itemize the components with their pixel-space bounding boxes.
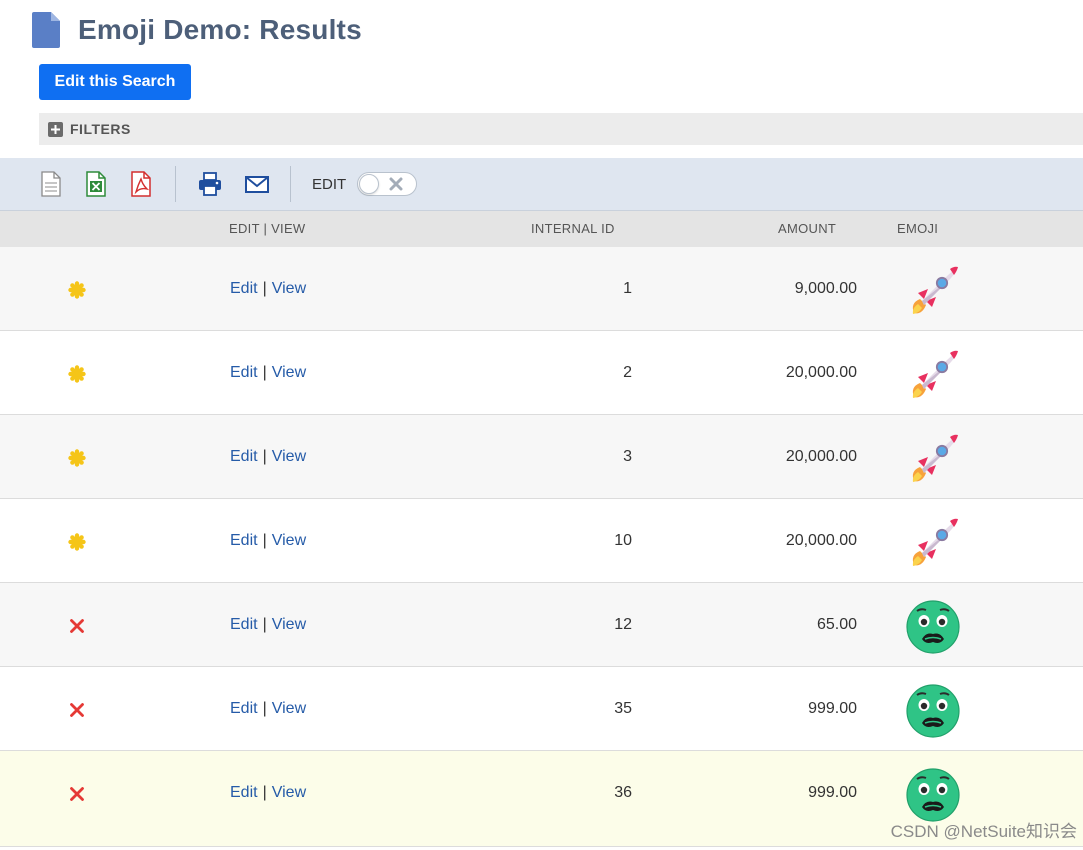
link-separator: | — [262, 784, 267, 801]
red-x-icon — [68, 617, 86, 635]
yellow-dot-icon — [68, 449, 86, 467]
link-separator: | — [262, 280, 267, 297]
amount-cell: 999.00 — [808, 784, 857, 801]
close-icon — [389, 177, 403, 191]
edit-mode-toggle[interactable] — [357, 172, 417, 196]
link-separator: | — [262, 448, 267, 465]
internal-id-cell: 10 — [614, 532, 632, 549]
red-x-icon — [68, 701, 86, 719]
amount-cell: 20,000.00 — [785, 448, 857, 465]
amount-cell: 9,000.00 — [794, 280, 857, 297]
results-table: Edit | View 1 9,000.00 Edit | View 2 20,000.00 — [0, 247, 1083, 847]
document-icon — [32, 12, 60, 48]
nauseated-face-emoji — [904, 683, 962, 739]
filters-bar[interactable]: FILTERS — [39, 113, 1083, 145]
table-header: EDIT | VIEW INTERNAL ID AMOUNT EMOJI — [0, 211, 1083, 247]
filters-label[interactable]: FILTERS — [70, 121, 131, 137]
pdf-icon[interactable] — [127, 170, 155, 198]
results-toolbar: EDIT — [0, 158, 1083, 211]
plus-icon[interactable] — [48, 121, 63, 137]
toolbar-separator — [175, 166, 176, 202]
amount-cell: 20,000.00 — [785, 364, 857, 381]
edit-view-links: Edit | View — [230, 280, 306, 298]
table-row: Edit | View 35 999.00 — [0, 667, 1083, 751]
column-header-emoji[interactable]: EMOJI — [897, 221, 938, 236]
table-row: Edit | View 12 65.00 — [0, 583, 1083, 667]
rocket-emoji — [904, 515, 962, 571]
nauseated-face-emoji — [904, 599, 962, 655]
excel-icon[interactable] — [82, 170, 110, 198]
link-separator: | — [262, 700, 267, 717]
column-header-edit-view: EDIT | VIEW — [229, 221, 306, 236]
internal-id-cell: 2 — [623, 364, 632, 381]
nauseated-face-emoji — [904, 767, 962, 823]
column-header-amount[interactable]: AMOUNT — [778, 221, 836, 236]
table-row: Edit | View 10 20,000.00 — [0, 499, 1083, 583]
edit-view-links: Edit | View — [230, 784, 306, 802]
link-separator: | — [262, 364, 267, 381]
view-link[interactable]: View — [272, 616, 306, 633]
amount-cell: 65.00 — [816, 616, 857, 633]
table-row: Edit | View 2 20,000.00 — [0, 331, 1083, 415]
table-row: Edit | View 1 9,000.00 — [0, 247, 1083, 331]
table-row: Edit | View 3 20,000.00 — [0, 415, 1083, 499]
internal-id-cell: 36 — [614, 784, 632, 801]
rocket-emoji — [904, 431, 962, 487]
print-icon[interactable] — [196, 170, 224, 198]
watermark: CSDN @NetSuite知识会 — [890, 822, 1077, 841]
view-link[interactable]: View — [272, 532, 306, 549]
edit-view-links: Edit | View — [230, 700, 306, 718]
page-title: Emoji Demo: Results — [78, 14, 362, 45]
column-header-internal-id[interactable]: INTERNAL ID — [531, 221, 615, 236]
internal-id-cell: 35 — [614, 700, 632, 717]
internal-id-cell: 12 — [614, 616, 632, 633]
rocket-emoji — [904, 347, 962, 403]
rocket-emoji — [904, 263, 962, 319]
edit-search-button[interactable]: Edit this Search — [39, 64, 191, 100]
internal-id-cell: 1 — [623, 280, 632, 297]
link-separator: | — [262, 532, 267, 549]
edit-link[interactable]: Edit — [230, 616, 258, 633]
view-link[interactable]: View — [272, 448, 306, 465]
yellow-dot-icon — [68, 281, 86, 299]
yellow-dot-icon — [68, 365, 86, 383]
view-link[interactable]: View — [272, 784, 306, 801]
export-csv-icon[interactable] — [37, 170, 65, 198]
edit-view-links: Edit | View — [230, 616, 306, 634]
edit-link[interactable]: Edit — [230, 280, 258, 297]
edit-view-links: Edit | View — [230, 448, 306, 466]
toolbar-separator — [290, 166, 291, 202]
edit-view-links: Edit | View — [230, 364, 306, 382]
red-x-icon — [68, 785, 86, 803]
edit-link[interactable]: Edit — [230, 700, 258, 717]
page-header: Emoji Demo: Results — [32, 8, 362, 52]
link-separator: | — [262, 616, 267, 633]
toggle-knob[interactable] — [359, 174, 379, 194]
view-link[interactable]: View — [272, 700, 306, 717]
view-link[interactable]: View — [272, 364, 306, 381]
amount-cell: 20,000.00 — [785, 532, 857, 549]
edit-link[interactable]: Edit — [230, 784, 258, 801]
internal-id-cell: 3 — [623, 448, 632, 465]
edit-link[interactable]: Edit — [230, 448, 258, 465]
yellow-dot-icon — [68, 533, 86, 551]
edit-mode-label: EDIT — [312, 176, 347, 193]
edit-link[interactable]: Edit — [230, 364, 258, 381]
edit-link[interactable]: Edit — [230, 532, 258, 549]
view-link[interactable]: View — [272, 280, 306, 297]
edit-view-links: Edit | View — [230, 532, 306, 550]
email-icon[interactable] — [243, 170, 271, 198]
amount-cell: 999.00 — [808, 700, 857, 717]
